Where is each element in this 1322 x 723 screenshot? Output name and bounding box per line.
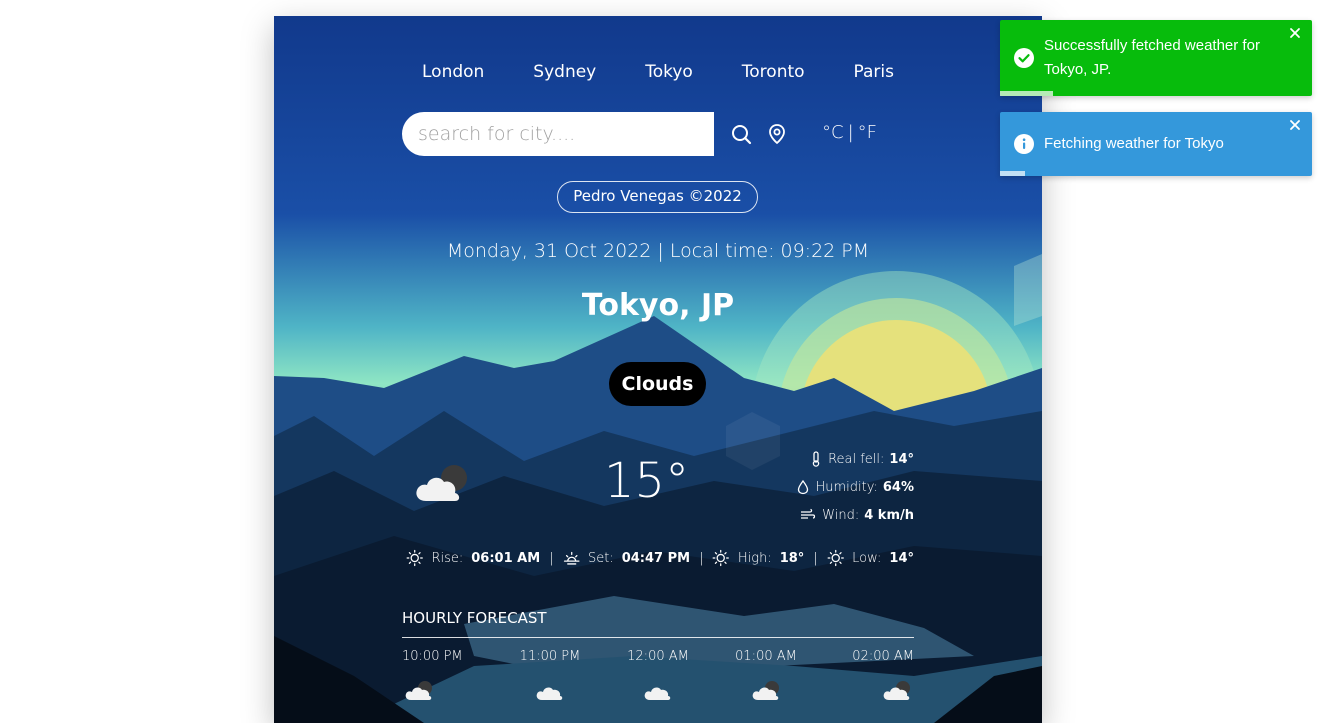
forecast-item: 01:00 AM [726, 649, 806, 702]
forecast-time: 10:00 PM [402, 649, 463, 664]
sunset-value: 04:47 PM [621, 550, 691, 566]
humidity-row: Humidity: 64% [794, 473, 914, 501]
author-credit-badge: Pedro Venegas ©2022 [557, 181, 758, 213]
wind-row: Wind: 4 km/h [794, 501, 914, 529]
real-feel-row: Real fell: 14° [794, 445, 914, 473]
cloud-moon-icon [752, 681, 779, 700]
real-feel-value: 14° [889, 451, 914, 467]
sunset-icon [563, 551, 580, 565]
unit-toggle: °C | °F [822, 122, 877, 143]
quick-city-links: London Sydney Tokyo Toronto Paris [402, 62, 914, 82]
condition-badge: Clouds [609, 362, 706, 406]
info-toast[interactable]: Fetching weather for Tokyo [1000, 112, 1312, 176]
low-value: 14° [889, 550, 915, 566]
sun-low-icon [827, 549, 844, 567]
forecast-time: 11:00 PM [519, 649, 581, 664]
toast-message: Fetching weather for Tokyo [1044, 135, 1224, 152]
sunrise-value: 06:01 AM [471, 550, 541, 566]
forecast-item: 12:00 AM [618, 649, 698, 702]
wind-icon [801, 508, 816, 519]
cloud-icon [644, 687, 671, 700]
search-input[interactable] [402, 112, 714, 156]
forecast-time: 01:00 AM [735, 649, 797, 664]
high-label: High: [737, 550, 772, 566]
city-link-sydney[interactable]: Sydney [513, 62, 616, 82]
search-row: °C | °F [402, 112, 914, 156]
check-circle-icon [1014, 48, 1034, 68]
forecast-time: 02:00 AM [852, 649, 914, 664]
separator: | [699, 550, 704, 566]
forecast-time: 12:00 AM [627, 649, 689, 664]
info-circle-icon [1014, 134, 1034, 154]
weather-app: London Sydney Tokyo Toronto Paris °C | °… [274, 16, 1042, 723]
search-icon[interactable] [728, 121, 754, 147]
wind-label: Wind: [822, 507, 860, 523]
divider [402, 637, 914, 638]
city-link-tokyo[interactable]: Tokyo [625, 62, 713, 82]
humidity-label: Humidity: [815, 479, 878, 495]
close-icon[interactable] [1288, 26, 1302, 40]
cloud-moon-icon [883, 681, 910, 700]
close-icon[interactable] [1288, 118, 1302, 132]
celsius-button[interactable]: °C [822, 122, 844, 143]
separator: | [813, 550, 818, 566]
low-label: Low: [852, 550, 882, 566]
toast-message: Successfully fetched weather for Tokyo, … [1044, 37, 1260, 78]
cloud-moon-icon [410, 461, 472, 506]
cloud-moon-icon [405, 681, 432, 700]
toast-progress-bar [1000, 171, 1025, 176]
temperature-value: 15° [604, 453, 690, 509]
location-title: Tokyo, JP [581, 288, 735, 323]
city-link-toronto[interactable]: Toronto [722, 62, 825, 82]
forecast-item: 10:00 PM [402, 649, 482, 702]
city-link-london[interactable]: London [402, 62, 504, 82]
thermometer-icon [812, 451, 820, 467]
forecast-item: 02:00 AM [834, 649, 914, 702]
sun-temperature-row: Rise: 06:01 AM | Set: 04:47 PM | High: 1… [406, 547, 914, 569]
unit-separator: | [847, 122, 854, 143]
humidity-value: 64% [882, 479, 914, 495]
success-toast[interactable]: Successfully fetched weather for Tokyo, … [1000, 20, 1312, 96]
high-value: 18° [779, 550, 805, 566]
hourly-forecast-list: 10:00 PM 11:00 PM 12:00 AM 01:00 AM 02:0… [402, 649, 914, 702]
droplet-icon [798, 479, 809, 495]
weather-details: Real fell: 14° Humidity: 64% Wind: 4 km/… [794, 445, 914, 529]
hourly-forecast-title: HOURLY FORECAST [402, 609, 547, 627]
separator: | [549, 550, 554, 566]
wind-value: 4 km/h [864, 507, 914, 523]
city-link-paris[interactable]: Paris [834, 62, 914, 82]
cloud-icon [536, 687, 563, 700]
sun-high-icon [713, 549, 730, 567]
local-datetime: Monday, 31 Oct 2022 | Local time: 09:22 … [446, 240, 870, 262]
location-pin-icon[interactable] [764, 121, 790, 147]
real-feel-label: Real fell: [828, 451, 885, 467]
sunrise-icon [406, 549, 423, 567]
toast-progress-bar [1000, 91, 1054, 96]
fahrenheit-button[interactable]: °F [858, 122, 877, 143]
sunrise-label: Rise: [431, 550, 464, 566]
forecast-item: 11:00 PM [510, 649, 590, 702]
sunset-label: Set: [587, 550, 614, 566]
